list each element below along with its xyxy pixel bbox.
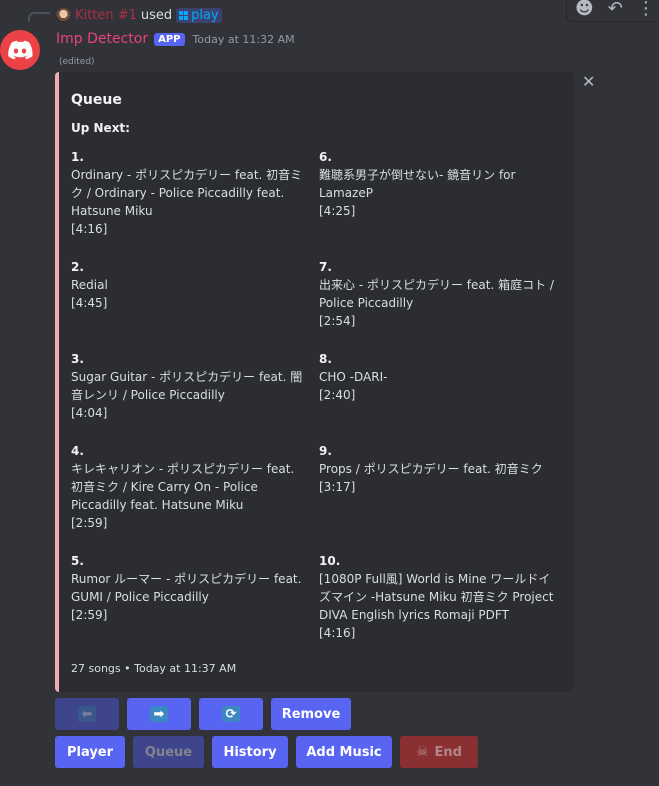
bot-avatar[interactable] [0,30,40,70]
queue-item-number: 5. [71,554,84,568]
reply-used-label: used [140,7,173,23]
queue-item-number: 8. [319,352,332,366]
queue-item-title: Sugar Guitar - ポリスピカデリー feat. 闇音レンリ / Po… [71,370,303,402]
queue-item: 8. CHO -DARI- [2:40] [319,350,555,404]
queue-item: 1. Ordinary - ポリスピカデリー feat. 初音ミク / Ordi… [71,148,307,238]
more-options-icon[interactable]: ⋮ [637,0,655,19]
add-reaction-icon[interactable]: ☻ [575,0,594,19]
embed-title: Queue [71,92,122,108]
end-button-label: End [434,744,462,760]
queue-item: 7. 出来心 - ポリスピカデリー feat. 箱庭コト / Police Pi… [319,258,555,330]
embed-footer: 27 songs • Today at 11:37 AM [71,662,237,675]
arrow-left-icon: ⬅ [78,706,96,722]
queue-item-duration: [4:04] [71,406,108,420]
repeat-icon: ⟳ [222,706,240,722]
queue-item-duration: [4:16] [319,626,356,640]
queue-item-number: 10. [319,554,341,568]
queue-item-number: 1. [71,150,84,164]
queue-item-number: 4. [71,444,84,458]
queue-embed: ✕ Queue Up Next: 1. Ordinary - ポリスピカデリー … [55,72,595,692]
queue-item-duration: [4:16] [71,222,108,236]
queue-item-title: 出来心 - ポリスピカデリー feat. 箱庭コト / Police Picca… [319,278,554,310]
queue-item-number: 6. [319,150,332,164]
queue-item-title: 難聴系男子が倒せない- 鏡音リン for LamazeP [319,168,516,200]
queue-button[interactable]: Queue [133,736,204,768]
queue-item: 6. 難聴系男子が倒せない- 鏡音リン for LamazeP [4:25] [319,148,555,220]
queue-item-title: Props / ポリスピカデリー feat. 初音ミク [319,462,543,476]
previous-page-button[interactable]: ⬅ [55,698,119,730]
refresh-button[interactable]: ⟳ [199,698,263,730]
queue-item-duration: [2:59] [71,516,108,530]
next-page-button[interactable]: ➡ [127,698,191,730]
add-music-button[interactable]: Add Music [296,736,392,768]
queue-item: 2. Redial [4:45] [71,258,307,312]
slash-command-chip[interactable]: play [176,7,222,23]
queue-item-duration: [4:25] [319,204,356,218]
queue-item: 4. キレキャリオン - ポリスピカデリー feat. 初音ミク / Kire … [71,442,307,532]
queue-item: 5. Rumor ルーマー - ポリスピカデリー feat. GUMI / Po… [71,552,307,624]
queue-item-number: 7. [319,260,332,274]
history-button[interactable]: History [212,736,288,768]
reply-connector [28,12,50,22]
edited-label: (edited) [59,57,95,67]
skull-icon: ☠ [415,744,429,760]
queue-item-duration: [2:40] [319,388,356,402]
command-name: play [191,7,219,23]
queue-item-duration: [2:54] [319,314,356,328]
message-timestamp[interactable]: Today at 11:32 AM [193,33,295,46]
reply-icon[interactable]: ↶ [608,0,623,19]
queue-item-title: Ordinary - ポリスピカデリー feat. 初音ミク / Ordinar… [71,168,303,218]
reply-username[interactable]: Kitten #1 [75,8,137,23]
queue-item-title: [1080P Full風] World is Mine ワールドイズマイン -H… [319,572,554,622]
queue-item-title: Redial [71,278,108,292]
queue-item: 9. Props / ポリスピカデリー feat. 初音ミク [3:17] [319,442,555,496]
queue-item-title: Rumor ルーマー - ポリスピカデリー feat. GUMI / Polic… [71,572,302,604]
queue-item: 10. [1080P Full風] World is Mine ワールドイズマイ… [319,552,555,642]
queue-item-title: CHO -DARI- [319,370,388,384]
remove-button[interactable]: Remove [271,698,351,730]
app-badge: APP [154,32,185,46]
queue-item-number: 3. [71,352,84,366]
queue-item-number: 9. [319,444,332,458]
arrow-right-icon: ➡ [150,706,168,722]
reply-context[interactable]: Kitten #1 used play [56,6,222,24]
queue-item-duration: [2:59] [71,608,108,622]
embed-field-name: Up Next: [71,121,130,135]
queue-item-duration: [4:45] [71,296,108,310]
close-icon[interactable]: ✕ [582,72,595,91]
queue-item-duration: [3:17] [319,480,356,494]
queue-item-number: 2. [71,260,84,274]
discord-logo-icon [8,40,33,60]
player-button[interactable]: Player [55,736,125,768]
queue-item: 3. Sugar Guitar - ポリスピカデリー feat. 闇音レンリ /… [71,350,307,422]
app-command-icon [179,10,189,20]
message-header: Imp Detector APP Today at 11:32 AM [56,31,295,47]
queue-item-title: キレキャリオン - ポリスピカデリー feat. 初音ミク / Kire Car… [71,462,295,512]
message-hover-toolbar: ☻ ↶ ⋮ [566,0,659,22]
reply-user-avatar[interactable] [56,7,71,23]
end-button[interactable]: ☠ End [400,736,478,768]
author-name[interactable]: Imp Detector [56,31,148,47]
